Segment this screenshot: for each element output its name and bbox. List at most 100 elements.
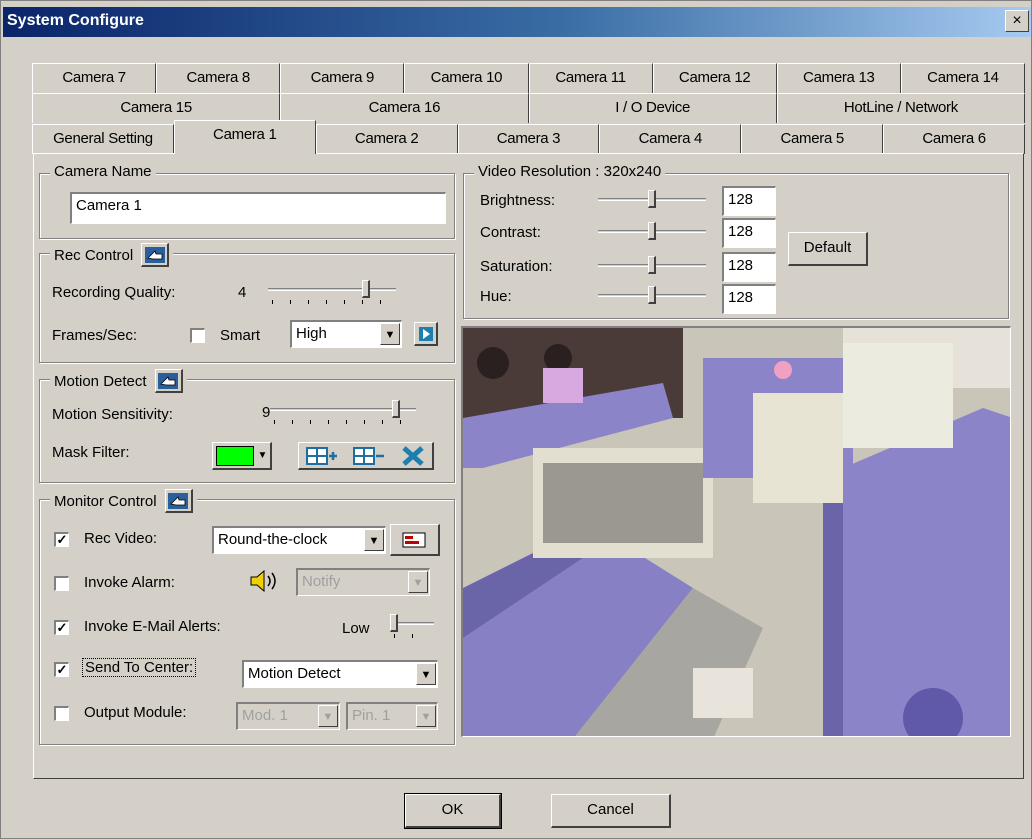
camera-preview <box>461 326 1011 737</box>
slider-thumb[interactable] <box>392 400 400 418</box>
video-resolution-legend: Video Resolution : 320x240 <box>474 163 666 180</box>
tab-camera-14[interactable]: Camera 14 <box>900 63 1025 93</box>
invoke-alarm-checkbox[interactable] <box>54 576 69 591</box>
slider-ticks <box>272 300 392 304</box>
monitor-control-hand-icon[interactable] <box>164 489 193 513</box>
chevron-down-icon[interactable]: ▼ <box>318 705 338 727</box>
saturation-input[interactable]: 128 <box>722 252 776 282</box>
output-module-checkbox[interactable] <box>54 706 69 721</box>
tab-camera-16[interactable]: Camera 16 <box>280 93 529 123</box>
cancel-button[interactable]: Cancel <box>551 794 671 828</box>
contrast-input[interactable]: 128 <box>722 218 776 248</box>
monitor-control-legend-text: Monitor Control <box>54 492 157 510</box>
play-arrow-button[interactable] <box>414 322 438 346</box>
tab-camera-7[interactable]: Camera 7 <box>32 63 157 93</box>
send-to-center-select[interactable]: Motion Detect ▼ <box>242 660 438 688</box>
brightness-label: Brightness: <box>480 192 556 209</box>
saturation-label: Saturation: <box>480 258 553 275</box>
alarm-select[interactable]: Notify ▼ <box>296 568 430 596</box>
tab-camera-1[interactable]: Camera 1 <box>173 120 316 154</box>
recording-quality-slider[interactable] <box>268 278 396 304</box>
speaker-icon[interactable] <box>248 568 280 594</box>
rec-video-checkbox[interactable]: ✓ <box>54 532 69 547</box>
rec-video-select[interactable]: Round-the-clock ▼ <box>212 526 386 554</box>
tab-io-device[interactable]: I / O Device <box>528 93 777 123</box>
fps-select-value: High <box>296 325 327 342</box>
motion-sensitivity-slider[interactable] <box>270 398 416 424</box>
mask-remove-icon[interactable] <box>352 446 388 466</box>
title-bar: System Configure × <box>3 7 1031 37</box>
chevron-down-icon[interactable]: ▼ <box>364 529 384 551</box>
slider-thumb[interactable] <box>390 614 398 632</box>
ok-button[interactable]: OK <box>404 793 502 829</box>
email-alerts-checkbox[interactable]: ✓ <box>54 620 69 635</box>
tab-camera-15[interactable]: Camera 15 <box>32 93 281 123</box>
hue-input[interactable]: 128 <box>722 284 776 314</box>
output-pin-select[interactable]: Pin. 1 ▼ <box>346 702 438 730</box>
slider-thumb[interactable] <box>362 280 370 298</box>
frames-sec-label: Frames/Sec: <box>52 327 138 344</box>
rec-control-legend-text: Rec Control <box>54 246 134 264</box>
mask-clear-icon[interactable] <box>400 445 426 467</box>
tab-camera-13[interactable]: Camera 13 <box>776 63 901 93</box>
output-pin-select-value: Pin. 1 <box>352 707 391 724</box>
motion-detect-legend-text: Motion Detect <box>54 372 147 390</box>
tab-camera-8[interactable]: Camera 8 <box>156 63 281 93</box>
slider-ticks <box>394 634 430 638</box>
send-to-center-label: Send To Center: <box>82 658 197 677</box>
mask-tools-toolbar <box>298 442 434 470</box>
slider-thumb[interactable] <box>648 190 656 208</box>
tab-camera-10[interactable]: Camera 10 <box>404 63 529 93</box>
tab-camera-11[interactable]: Camera 11 <box>528 63 653 93</box>
tab-camera-6[interactable]: Camera 6 <box>883 124 1026 154</box>
output-mod-select[interactable]: Mod. 1 ▼ <box>236 702 340 730</box>
tab-camera-12[interactable]: Camera 12 <box>652 63 777 93</box>
hue-slider[interactable] <box>598 284 706 310</box>
video-resolution-group: Video Resolution : 320x240 Brightness: 1… <box>463 163 1009 319</box>
rec-control-hand-icon[interactable] <box>141 243 170 267</box>
camera-name-legend: Camera Name <box>50 163 156 180</box>
close-button[interactable]: × <box>1005 10 1029 32</box>
tab-hotline-network[interactable]: HotLine / Network <box>776 93 1025 123</box>
send-to-center-select-value: Motion Detect <box>248 665 341 682</box>
rec-video-select-value: Round-the-clock <box>218 531 328 548</box>
chevron-down-icon[interactable]: ▼ <box>380 323 400 345</box>
tab-camera-3[interactable]: Camera 3 <box>457 124 600 154</box>
fps-select[interactable]: High ▼ <box>290 320 402 348</box>
output-mod-select-value: Mod. 1 <box>242 707 288 724</box>
chevron-down-icon[interactable]: ▼ <box>416 663 436 685</box>
email-level-slider[interactable] <box>390 612 434 638</box>
send-to-center-checkbox[interactable]: ✓ <box>54 662 69 677</box>
schedule-button[interactable] <box>390 524 440 556</box>
mask-add-icon[interactable] <box>305 446 341 466</box>
tab-general-setting[interactable]: General Setting <box>32 124 174 154</box>
brightness-input[interactable]: 128 <box>722 186 776 216</box>
brightness-slider[interactable] <box>598 188 706 214</box>
motion-detect-hand-icon[interactable] <box>154 369 183 393</box>
contrast-slider[interactable] <box>598 220 706 246</box>
default-button[interactable]: Default <box>788 232 868 266</box>
saturation-slider[interactable] <box>598 254 706 280</box>
smart-label: Smart <box>220 327 261 344</box>
tab-camera-9[interactable]: Camera 9 <box>280 63 405 93</box>
slider-thumb[interactable] <box>648 286 656 304</box>
tab-camera-4[interactable]: Camera 4 <box>599 124 742 154</box>
camera-name-legend-text: Camera Name <box>54 163 152 180</box>
chevron-down-icon[interactable]: ▼ <box>416 705 436 727</box>
invoke-alarm-label: Invoke Alarm: <box>84 574 175 591</box>
window-title: System Configure <box>7 12 144 29</box>
slider-thumb[interactable] <box>648 256 656 274</box>
rec-control-legend: Rec Control <box>50 243 174 267</box>
tab-camera-2[interactable]: Camera 2 <box>315 124 458 154</box>
email-alerts-label: Invoke E-Mail Alerts: <box>84 618 221 635</box>
mask-color-picker[interactable]: ▼ <box>212 442 272 470</box>
rec-video-label: Rec Video: <box>84 530 158 547</box>
rec-control-group: Rec Control Recording Quality: 4 Frames/… <box>39 243 455 363</box>
camera-name-input[interactable]: Camera 1 <box>70 192 446 224</box>
chevron-down-icon[interactable]: ▼ <box>408 571 428 593</box>
tab-camera-5[interactable]: Camera 5 <box>741 124 884 154</box>
slider-thumb[interactable] <box>648 222 656 240</box>
monitor-control-group: Monitor Control ✓ Rec Video: Round-the-c… <box>39 489 455 745</box>
smart-checkbox[interactable] <box>190 328 205 343</box>
output-module-label: Output Module: <box>84 704 187 721</box>
